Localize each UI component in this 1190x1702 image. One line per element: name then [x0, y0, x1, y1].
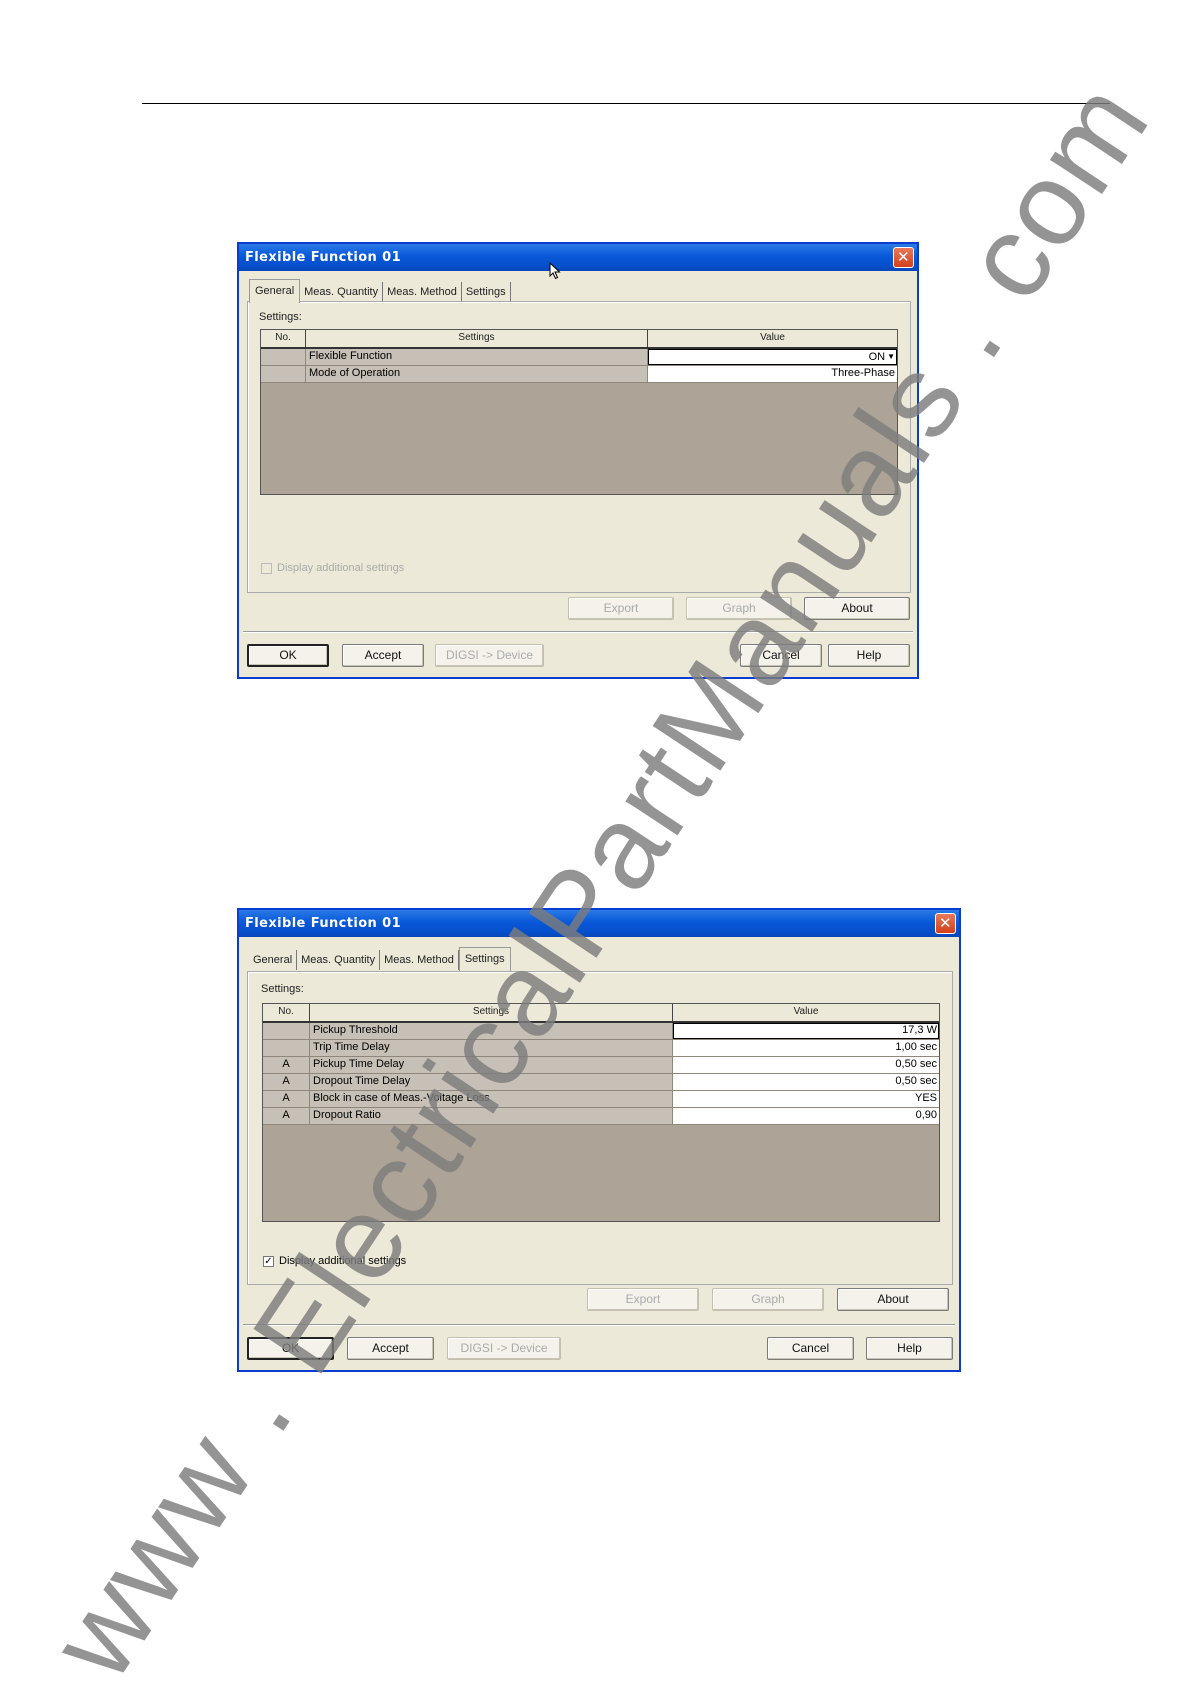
- table-row[interactable]: Mode of Operation Three-Phase: [261, 366, 897, 383]
- row-setting-name: Dropout Time Delay: [310, 1074, 673, 1090]
- row-value: ON: [868, 351, 886, 363]
- mouse-cursor-icon: [549, 262, 561, 280]
- cancel-button[interactable]: Cancel: [767, 1337, 854, 1360]
- separator: [243, 1324, 955, 1326]
- table-row[interactable]: A Dropout Ratio 0,90: [263, 1108, 939, 1125]
- about-button[interactable]: About: [837, 1288, 949, 1311]
- settings-label: Settings:: [259, 311, 302, 323]
- column-header-no[interactable]: No.: [263, 1004, 310, 1021]
- accept-button[interactable]: Accept: [347, 1337, 434, 1360]
- digsi-device-button[interactable]: DIGSI -> Device: [435, 644, 544, 667]
- column-header-value[interactable]: Value: [673, 1004, 939, 1021]
- table-row[interactable]: Pickup Threshold 17,3 W: [263, 1023, 939, 1040]
- tab-meas-quantity[interactable]: Meas. Quantity: [300, 282, 384, 302]
- row-no: A: [263, 1091, 310, 1107]
- header-rule: [142, 103, 1110, 104]
- help-button[interactable]: Help: [828, 644, 910, 667]
- dialog-title: Flexible Function 01: [245, 916, 402, 931]
- tab-general[interactable]: General: [249, 950, 298, 970]
- table-row[interactable]: A Pickup Time Delay 0,50 sec: [263, 1057, 939, 1074]
- about-button[interactable]: About: [804, 597, 910, 620]
- help-button[interactable]: Help: [866, 1337, 953, 1360]
- row-value[interactable]: 0,50 sec: [673, 1057, 939, 1073]
- row-setting-name: Flexible Function: [306, 349, 648, 365]
- export-button[interactable]: Export: [587, 1288, 699, 1311]
- row-value[interactable]: 0,90: [673, 1108, 939, 1124]
- tab-meas-method[interactable]: Meas. Method: [380, 950, 459, 970]
- column-header-value[interactable]: Value: [648, 330, 897, 347]
- row-setting-name: Pickup Time Delay: [310, 1057, 673, 1073]
- grid-header: No. Settings Value: [261, 330, 897, 349]
- column-header-no[interactable]: No.: [261, 330, 306, 347]
- display-additional-settings: Display additional settings: [261, 562, 404, 574]
- close-icon: ✕: [939, 914, 952, 932]
- row-value[interactable]: YES: [673, 1091, 939, 1107]
- row-value[interactable]: Three-Phase: [648, 366, 897, 382]
- separator: [243, 631, 913, 633]
- checkmark-icon: ✓: [264, 1255, 273, 1267]
- column-header-settings[interactable]: Settings: [310, 1004, 673, 1021]
- graph-button[interactable]: Graph: [712, 1288, 824, 1311]
- table-row[interactable]: A Block in case of Meas.-Voltage Loss YE…: [263, 1091, 939, 1108]
- row-setting-name: Pickup Threshold: [310, 1023, 673, 1039]
- digsi-device-button[interactable]: DIGSI -> Device: [447, 1337, 561, 1360]
- graph-button[interactable]: Graph: [686, 597, 792, 620]
- row-value[interactable]: 1,00 sec: [673, 1040, 939, 1056]
- dropdown-arrow-icon[interactable]: ▼: [887, 349, 895, 364]
- row-no: A: [263, 1057, 310, 1073]
- accept-button[interactable]: Accept: [342, 644, 424, 667]
- ok-button[interactable]: OK: [247, 644, 329, 667]
- tab-strip: General Meas. Quantity Meas. Method Sett…: [249, 947, 511, 971]
- display-additional-checkbox[interactable]: [261, 562, 272, 574]
- row-no: A: [263, 1074, 310, 1090]
- table-row[interactable]: A Dropout Time Delay 0,50 sec: [263, 1074, 939, 1091]
- dialog-flexible-function-general: Flexible Function 01 ✕ General Meas. Qua…: [237, 242, 919, 679]
- title-bar[interactable]: Flexible Function 01 ✕: [239, 244, 917, 271]
- row-no: A: [263, 1108, 310, 1124]
- tab-meas-method[interactable]: Meas. Method: [383, 282, 462, 302]
- display-additional-checkbox[interactable]: ✓: [263, 1255, 274, 1267]
- table-row[interactable]: Flexible Function ON ▼: [261, 349, 897, 366]
- row-value[interactable]: 17,3 W: [673, 1023, 939, 1039]
- display-additional-label: Display additional settings: [279, 1255, 407, 1267]
- settings-label: Settings:: [261, 983, 304, 995]
- row-setting-name: Trip Time Delay: [310, 1040, 673, 1056]
- tab-settings[interactable]: Settings: [462, 282, 511, 302]
- display-additional-label: Display additional settings: [277, 562, 405, 574]
- dialog-flexible-function-settings: Flexible Function 01 ✕ General Meas. Qua…: [237, 908, 961, 1372]
- close-button[interactable]: ✕: [935, 913, 956, 934]
- cancel-button[interactable]: Cancel: [740, 644, 822, 667]
- row-setting-name: Block in case of Meas.-Voltage Loss: [310, 1091, 673, 1107]
- grid-header: No. Settings Value: [263, 1004, 939, 1023]
- settings-grid[interactable]: No. Settings Value Pickup Threshold 17,3…: [262, 1003, 940, 1222]
- row-setting-name: Mode of Operation: [306, 366, 648, 382]
- row-no: [261, 366, 306, 382]
- row-no: [263, 1040, 310, 1056]
- title-bar[interactable]: Flexible Function 01 ✕: [239, 910, 959, 937]
- close-button[interactable]: ✕: [893, 247, 914, 268]
- row-setting-name: Dropout Ratio: [310, 1108, 673, 1124]
- display-additional-settings: ✓ Display additional settings: [263, 1255, 406, 1267]
- table-row[interactable]: Trip Time Delay 1,00 sec: [263, 1040, 939, 1057]
- row-no: [261, 349, 306, 365]
- export-button[interactable]: Export: [568, 597, 674, 620]
- tab-meas-quantity[interactable]: Meas. Quantity: [297, 950, 381, 970]
- tab-settings[interactable]: Settings: [458, 947, 511, 971]
- flexible-function-combo[interactable]: ON ▼: [648, 349, 897, 365]
- column-header-settings[interactable]: Settings: [306, 330, 648, 347]
- close-icon: ✕: [897, 248, 910, 266]
- tab-general[interactable]: General: [249, 279, 301, 303]
- settings-grid[interactable]: No. Settings Value Flexible Function ON ▼…: [260, 329, 898, 495]
- row-no: [263, 1023, 310, 1039]
- row-value[interactable]: 0,50 sec: [673, 1074, 939, 1090]
- ok-button[interactable]: OK: [247, 1337, 334, 1360]
- dialog-title: Flexible Function 01: [245, 250, 402, 265]
- tab-strip: General Meas. Quantity Meas. Method Sett…: [249, 279, 511, 303]
